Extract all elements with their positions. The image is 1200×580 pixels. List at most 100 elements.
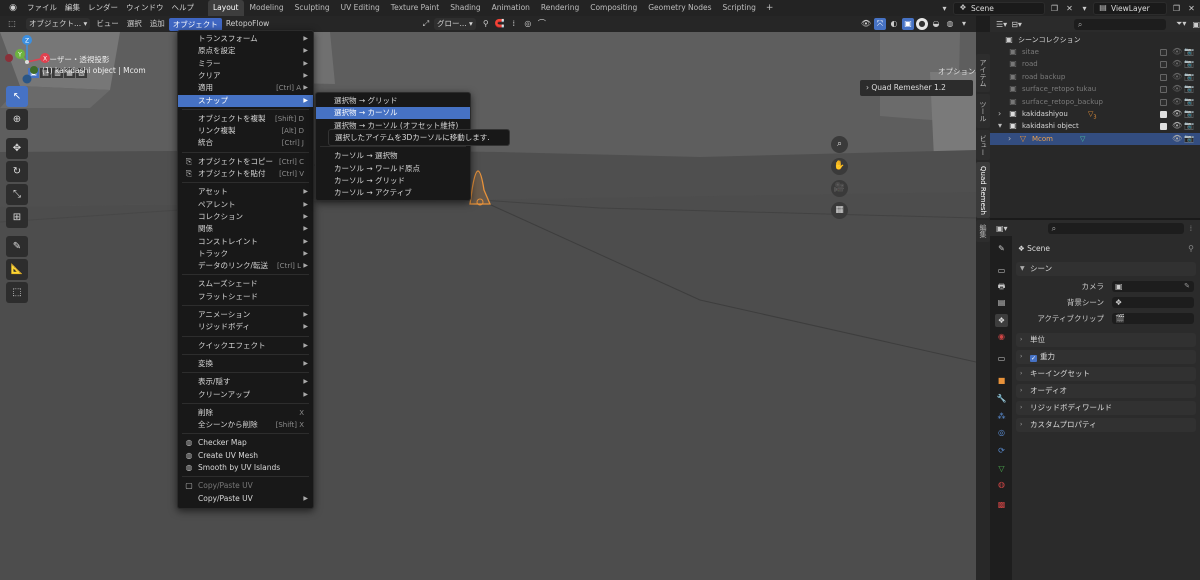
data-props-icon[interactable]: ▽	[995, 462, 1008, 475]
outliner-row[interactable]: ▣ road 👁 📷	[990, 58, 1200, 70]
menu-add[interactable]: 追加	[146, 16, 169, 32]
render-camera-icon[interactable]: 📷	[1184, 83, 1194, 95]
object-menu-item[interactable]: 表示/隠す ▶	[178, 376, 313, 388]
snap-submenu-item[interactable]: カーソル → ワールド原点	[316, 163, 470, 175]
properties-options-icon[interactable]: ⁞	[1190, 224, 1193, 233]
properties-panel[interactable]: › 単位	[1016, 333, 1196, 347]
tab-texture-paint[interactable]: Texture Paint	[386, 0, 444, 16]
display-mode-icon[interactable]: ⊟▾	[1011, 20, 1022, 29]
move-tool-icon[interactable]: ✥	[6, 138, 28, 159]
snap-submenu-item[interactable]: 選択物 → グリッド	[316, 95, 470, 107]
visibility-eye-icon[interactable]: 👁	[1172, 133, 1182, 145]
gizmo-toggle-icon[interactable]: ⤧	[874, 18, 886, 30]
world-props-icon[interactable]: ◉	[995, 330, 1008, 343]
xray-icon[interactable]: ▣	[902, 18, 914, 30]
render-camera-icon[interactable]: 📷	[1184, 58, 1194, 70]
solid-shading-icon[interactable]: ●	[916, 18, 928, 30]
orientation-dropdown[interactable]: グロー... ▾	[434, 18, 476, 30]
outliner-row[interactable]: › ▽ Mcom ▽ 👁 📷	[990, 132, 1200, 145]
expand-icon[interactable]: ›	[998, 108, 1001, 120]
object-props-icon[interactable]: ■	[995, 374, 1008, 387]
menu-help[interactable]: ヘルプ	[168, 0, 199, 16]
exclude-checkbox[interactable]	[1160, 123, 1167, 131]
filter-icon[interactable]: ⏷▾	[1176, 19, 1186, 29]
exclude-checkbox[interactable]	[1160, 86, 1167, 94]
scene-browse-icon[interactable]: ▾	[938, 2, 951, 15]
collection-props-icon[interactable]: ▭	[995, 352, 1008, 365]
object-menu-item[interactable]: コレクション ▶	[178, 211, 313, 223]
sidebar-tab-view[interactable]: ビュー	[976, 130, 990, 160]
object-menu-item[interactable]: スムーズシェード	[178, 278, 313, 290]
pin-icon[interactable]: ⚲	[1188, 244, 1194, 253]
shading-options-icon[interactable]: ▾	[958, 18, 970, 30]
particles-props-icon[interactable]: ⁂	[995, 410, 1008, 423]
transform-tool-icon[interactable]: ⊞	[6, 207, 28, 228]
tool-props-icon[interactable]: ✎	[995, 242, 1008, 255]
object-menu-item[interactable]: ミラー ▶	[178, 58, 313, 70]
visibility-icon[interactable]: 👁	[860, 18, 872, 30]
new-collection-icon[interactable]: ▣	[1192, 20, 1200, 29]
object-menu-item[interactable]: Create UV Mesh ◍	[178, 450, 313, 462]
rendered-shading-icon[interactable]: ◍	[944, 18, 956, 30]
render-camera-icon[interactable]: 📷	[1184, 71, 1194, 83]
menu-render[interactable]: レンダー	[84, 0, 122, 16]
visibility-eye-icon[interactable]: 👁	[1172, 58, 1182, 70]
properties-panel[interactable]: › キーイングセット	[1016, 367, 1196, 381]
tab-layout[interactable]: Layout	[208, 0, 244, 16]
scene-props-icon[interactable]: ❖	[995, 314, 1008, 327]
outliner-row[interactable]: ▣ road backup 👁 📷	[990, 71, 1200, 83]
exclude-checkbox[interactable]	[1160, 98, 1167, 106]
physics-props-icon[interactable]: ◎	[995, 426, 1008, 439]
object-menu-item[interactable]: 関係 ▶	[178, 223, 313, 235]
object-menu-item[interactable]: 統合 [Ctrl] J	[178, 137, 313, 149]
annotate-tool-icon[interactable]: ✎	[6, 236, 28, 257]
snap-submenu-item[interactable]: カーソル → アクティブ	[316, 187, 470, 199]
menu-edit[interactable]: 編集	[61, 0, 84, 16]
outliner-editor-icon[interactable]: ☰▾	[996, 20, 1007, 29]
navigation-gizmo[interactable]: Z X Y	[0, 32, 55, 92]
delete-scene-icon[interactable]: ✕	[1063, 2, 1076, 15]
gravity-checkbox[interactable]: ✓	[1030, 355, 1037, 362]
outliner-row[interactable]: › ▣ kakidashiyou ▽3 👁 📷	[990, 108, 1200, 120]
material-props-icon[interactable]: ◍	[995, 478, 1008, 491]
visibility-eye-icon[interactable]: 👁	[1172, 71, 1182, 83]
new-scene-icon[interactable]: ❐	[1048, 2, 1061, 15]
object-menu-item[interactable]: Checker Map ◍	[178, 437, 313, 449]
menu-file[interactable]: ファイル	[23, 0, 61, 16]
object-menu-item[interactable]: アニメーション ▶	[178, 309, 313, 321]
mode-dropdown[interactable]: オブジェクト... ▾	[26, 18, 91, 30]
texture-props-icon[interactable]: ▩	[995, 498, 1008, 511]
object-menu-item[interactable]: クリーンアップ ▶	[178, 389, 313, 401]
outliner-row[interactable]: ▣ surface_retopo_backup 👁 📷	[990, 96, 1200, 108]
menu-view[interactable]: ビュー	[92, 16, 123, 32]
measure-tool-icon[interactable]: 📐	[6, 259, 28, 280]
camera-view-icon[interactable]: 🎥	[831, 180, 848, 197]
exclude-checkbox[interactable]	[1160, 73, 1167, 81]
snap-target-icon[interactable]: ⁞	[508, 18, 520, 30]
sidebar-tab-quad-remesh[interactable]: Quad Remesh	[976, 162, 990, 218]
render-camera-icon[interactable]: 📷	[1184, 120, 1194, 132]
outliner-root[interactable]: ▣ シーンコレクション	[990, 34, 1200, 46]
3d-viewport[interactable]: ▣ ▤ ▥ ▦ ▧ ユーザー・透視投影 (1) kakidashi object…	[0, 32, 976, 580]
exclude-checkbox[interactable]	[1160, 49, 1167, 56]
object-menu-item[interactable]: アセット ▶	[178, 186, 313, 198]
rotate-tool-icon[interactable]: ↻	[6, 161, 28, 182]
add-workspace-button[interactable]: +	[762, 0, 778, 16]
sidebar-tab-edit[interactable]: 編集	[976, 220, 990, 242]
pan-hand-icon[interactable]: ✋	[831, 158, 848, 175]
sidebar-tab-tool[interactable]: ツール	[976, 94, 990, 128]
visibility-eye-icon[interactable]: 👁	[1172, 83, 1182, 95]
output-props-icon[interactable]: 🖶	[995, 280, 1008, 293]
material-shading-icon[interactable]: ◒	[930, 18, 942, 30]
outliner-row[interactable]: ▾ ▣ kakidashi object 👁 📷	[990, 120, 1200, 132]
modifier-props-icon[interactable]: 🔧	[995, 392, 1008, 405]
exclude-checkbox[interactable]	[1160, 111, 1167, 118]
outliner-row[interactable]: ▣ surface_retopo tukau 👁 📷	[990, 83, 1200, 95]
properties-panel[interactable]: › リジッドボディワールド	[1016, 401, 1196, 415]
cursor-tool-icon[interactable]: ⊕	[6, 109, 28, 130]
blender-logo-icon[interactable]: ◉	[6, 2, 20, 14]
orientation-icon[interactable]: ⤢	[420, 18, 432, 30]
render-props-icon[interactable]: ▭	[995, 264, 1008, 277]
outliner-row[interactable]: ▣ sitae 👁 📷	[990, 46, 1200, 58]
constraints-props-icon[interactable]: ⟳	[995, 444, 1008, 457]
